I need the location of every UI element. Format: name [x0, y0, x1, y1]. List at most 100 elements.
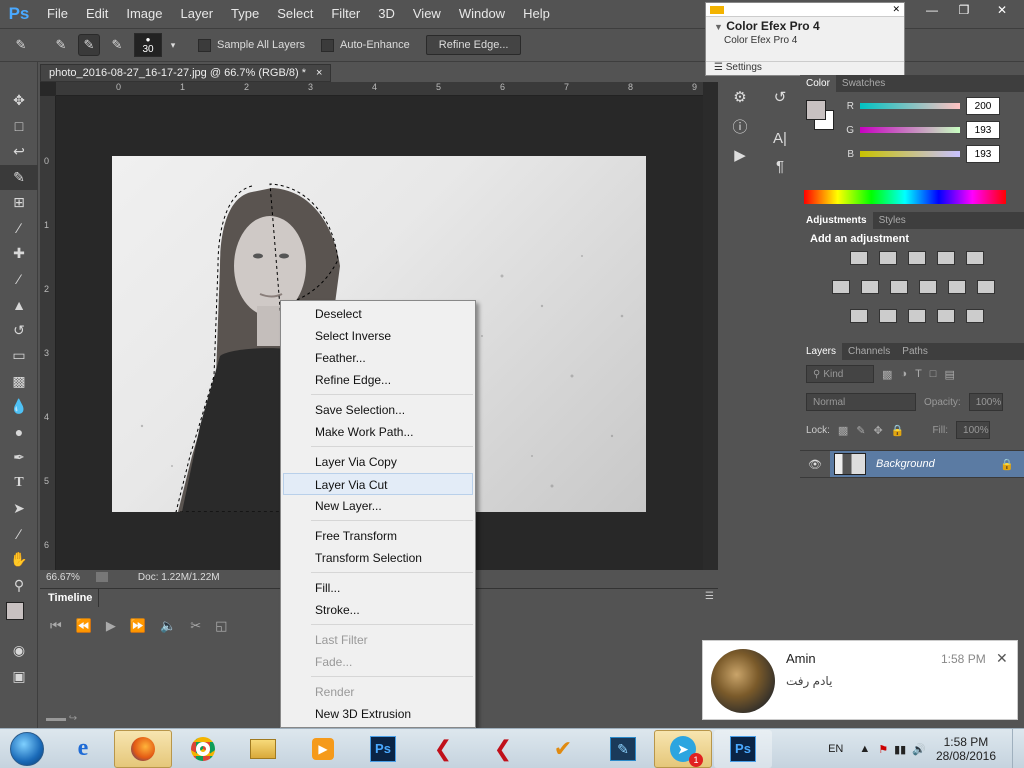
- split-icon[interactable]: ✂: [190, 618, 201, 634]
- blue-value[interactable]: 193: [966, 145, 1000, 163]
- menu-select[interactable]: Select: [268, 0, 322, 28]
- menu-item-layer-via-cut[interactable]: Layer Via Cut: [283, 473, 473, 495]
- document-tab[interactable]: photo_2016-08-27_16-17-27.jpg @ 66.7% (R…: [40, 64, 332, 82]
- menu-item-layer-via-copy[interactable]: Layer Via Copy: [281, 451, 475, 473]
- path-selection-tool-icon[interactable]: ➤: [0, 496, 38, 522]
- quick-selection-tool-icon[interactable]: ✎: [0, 164, 38, 190]
- auto-enhance-checkbox[interactable]: [321, 38, 335, 52]
- menu-3d[interactable]: 3D: [369, 0, 404, 28]
- play-icon[interactable]: ▶: [106, 618, 116, 634]
- menu-type[interactable]: Type: [222, 0, 268, 28]
- menu-item-save-selection[interactable]: Save Selection...: [281, 399, 475, 421]
- actions-play-icon[interactable]: ▶: [725, 142, 755, 167]
- menu-item-make-work-path[interactable]: Make Work Path...: [281, 421, 475, 443]
- menu-item-new-3d-extrusion[interactable]: New 3D Extrusion: [281, 703, 475, 725]
- network-icon[interactable]: ▮▮: [894, 743, 906, 756]
- first-frame-icon[interactable]: ⏮: [50, 618, 62, 634]
- menu-help[interactable]: Help: [514, 0, 559, 28]
- color-swatches-icon[interactable]: [0, 598, 38, 638]
- tab-paths[interactable]: Paths: [896, 343, 934, 360]
- flag-icon[interactable]: ⚑: [878, 743, 888, 756]
- hand-tool-icon[interactable]: ✋: [0, 547, 38, 573]
- menu-item-refine-edge[interactable]: Refine Edge...: [281, 369, 475, 391]
- close-document-icon[interactable]: ×: [316, 67, 322, 79]
- tab-color[interactable]: Color: [800, 75, 836, 92]
- refine-edge-button[interactable]: Refine Edge...: [425, 35, 522, 55]
- crop-tool-icon[interactable]: ⊞: [0, 190, 38, 216]
- move-tool-icon[interactable]: ✥: [0, 88, 38, 114]
- menu-image[interactable]: Image: [117, 0, 171, 28]
- efex-collapse-icon[interactable]: ▼: [714, 22, 723, 32]
- restore-icon[interactable]: ❐: [948, 0, 980, 20]
- checkmark-app-icon[interactable]: ✔: [534, 730, 592, 768]
- history-icon[interactable]: ⚙: [725, 84, 755, 109]
- menu-item-free-transform[interactable]: Free Transform: [281, 525, 475, 547]
- filter-pixel-icon[interactable]: ▩: [882, 368, 892, 381]
- timeline-tab[interactable]: Timeline: [42, 589, 100, 607]
- video-editor-icon[interactable]: ✎: [594, 730, 652, 768]
- close-window-icon[interactable]: ✕: [980, 0, 1024, 20]
- tab-adjustments[interactable]: Adjustments: [800, 212, 873, 229]
- history-brush-tool-icon[interactable]: ↺: [0, 318, 38, 344]
- menu-item-deselect[interactable]: Deselect: [281, 303, 475, 325]
- blend-mode-dropdown[interactable]: Normal: [806, 393, 916, 411]
- color-balance-icon[interactable]: [861, 280, 880, 294]
- color-efex-window[interactable]: ✕ ▼ Color Efex Pro 4 Color Efex Pro 4 ☰ …: [705, 2, 905, 76]
- efex-settings[interactable]: ☰ Settings: [706, 61, 904, 75]
- invert-icon[interactable]: [850, 309, 868, 323]
- lock-all-icon[interactable]: 🔒: [891, 424, 905, 437]
- app-arrow-icon-1[interactable]: ❮: [414, 730, 472, 768]
- menu-layer[interactable]: Layer: [172, 0, 223, 28]
- blur-tool-icon[interactable]: 💧: [0, 394, 38, 420]
- fill-field[interactable]: 100%: [956, 421, 991, 439]
- eraser-tool-icon[interactable]: ▭: [0, 343, 38, 369]
- line-tool-icon[interactable]: ∕: [0, 522, 38, 548]
- filter-type-icon[interactable]: T: [915, 368, 922, 380]
- tab-swatches[interactable]: Swatches: [836, 75, 891, 92]
- zoom-tool-icon[interactable]: ⚲: [0, 573, 38, 599]
- marquee-tool-icon[interactable]: □: [0, 114, 38, 140]
- foreground-color-swatch[interactable]: [806, 100, 826, 120]
- menu-item-fill[interactable]: Fill...: [281, 577, 475, 599]
- pen-tool-icon[interactable]: ✒: [0, 445, 38, 471]
- audio-icon[interactable]: 🔈: [160, 618, 176, 634]
- minimize-icon[interactable]: —: [916, 0, 948, 20]
- kind-filter-dropdown[interactable]: ⚲ Kind: [806, 365, 874, 383]
- transition-icon[interactable]: ◱: [215, 618, 227, 634]
- blue-slider[interactable]: [860, 151, 960, 157]
- opacity-field[interactable]: 100%: [968, 393, 1003, 411]
- menu-item-new-layer[interactable]: New Layer...: [281, 495, 475, 517]
- paragraph-icon[interactable]: ¶: [765, 154, 795, 179]
- type-tool-icon[interactable]: T: [0, 471, 38, 497]
- quick-mask-icon[interactable]: ◉: [0, 638, 38, 664]
- show-hidden-icons-icon[interactable]: ▲: [859, 743, 870, 755]
- brightness-contrast-icon[interactable]: [850, 251, 868, 265]
- posterize-icon[interactable]: [879, 309, 898, 323]
- lock-transparent-icon[interactable]: ▩: [838, 424, 848, 437]
- media-player-icon[interactable]: ▶: [294, 730, 352, 768]
- color-lookup-icon[interactable]: [977, 280, 996, 294]
- curves-icon[interactable]: [908, 251, 927, 265]
- close-icon[interactable]: ✕: [996, 650, 1008, 667]
- efex-close-icon[interactable]: ✕: [892, 4, 900, 15]
- exposure-icon[interactable]: [937, 251, 956, 265]
- layer-row-background[interactable]: 👁 Background 🔒: [800, 450, 1024, 478]
- language-indicator[interactable]: EN: [828, 743, 843, 755]
- menu-window[interactable]: Window: [450, 0, 514, 28]
- layer-name[interactable]: Background: [876, 458, 935, 470]
- firefox-icon[interactable]: [114, 729, 172, 768]
- red-slider[interactable]: [860, 103, 960, 109]
- selective-color-icon[interactable]: [937, 309, 956, 323]
- next-frame-icon[interactable]: ⏩: [130, 618, 146, 634]
- menu-item-transform-selection[interactable]: Transform Selection: [281, 547, 475, 569]
- tab-channels[interactable]: Channels: [842, 343, 896, 360]
- previous-frame-icon[interactable]: ⏪: [76, 618, 92, 634]
- gradient-map-icon[interactable]: [966, 309, 985, 323]
- subtract-from-selection-icon[interactable]: ✎: [106, 34, 128, 56]
- color-spectrum-bar[interactable]: [804, 190, 1006, 204]
- chat-notification[interactable]: Amin 1:58 PM ✕ یادم رفت: [702, 640, 1018, 720]
- green-slider[interactable]: [860, 127, 960, 133]
- chrome-icon[interactable]: [174, 730, 232, 768]
- photo-filter-icon[interactable]: [919, 280, 938, 294]
- hue-saturation-icon[interactable]: [832, 280, 850, 294]
